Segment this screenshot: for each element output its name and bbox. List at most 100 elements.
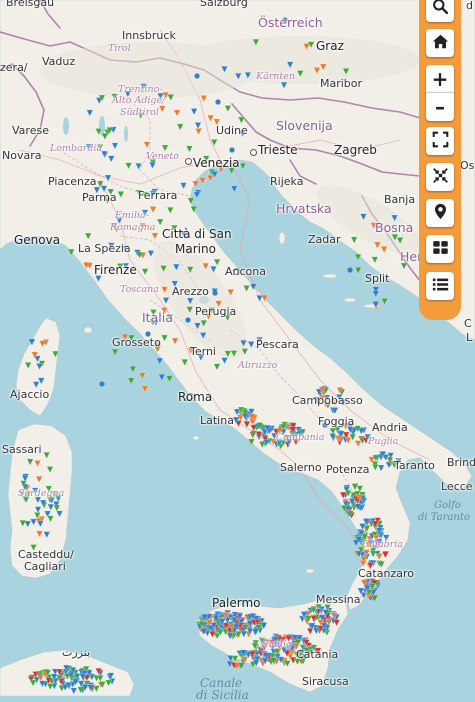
city-label-ajaccio: Ajaccio — [10, 388, 50, 401]
minus-icon: – — [435, 95, 445, 119]
region-label-puglia: Puglia — [368, 436, 399, 447]
city-label-firenze: Firenze — [94, 263, 137, 277]
region-label-sudtirol: Südtirol — [120, 107, 159, 118]
region-label-tirol: Tirol — [108, 43, 131, 54]
city-label-split: Split — [365, 272, 390, 285]
region-label-emilia: Emilia- — [115, 210, 149, 221]
sea-label-canale-sicilia-2: di Sicilia — [196, 688, 249, 702]
city-label-latina: Latina — [200, 414, 234, 427]
city-label-foggia: Foggia — [318, 415, 355, 428]
city-label-arezzo: Arezzo — [172, 285, 209, 298]
region-label-calabria: Calabria — [362, 539, 403, 550]
country-label-slovenia: Slovenija — [276, 118, 333, 133]
city-label-terni: Terni — [190, 345, 216, 358]
city-label-potenza: Potenza — [326, 463, 370, 476]
city-label-casteddu: Casteddu/ — [18, 548, 74, 561]
city-label-vaduz: Vaduz — [42, 55, 76, 68]
city-label-messina: Messina — [316, 593, 361, 606]
city-label-catanzaro: Catanzaro — [358, 567, 414, 580]
city-label-piacenza: Piacenza — [48, 175, 97, 188]
city-label-catania: Catania — [296, 648, 339, 661]
country-label-bosnia: Bosna — [375, 220, 414, 235]
venezia-dot — [185, 158, 192, 165]
city-label-parma: Parma — [82, 191, 117, 204]
city-label-breisgau: Breisgau — [6, 0, 55, 9]
city-label-taranto: Taranto — [394, 459, 435, 472]
map-point[interactable] — [212, 290, 218, 296]
region-label-toscana: Toscana — [120, 284, 159, 295]
search-button[interactable] — [426, 0, 454, 22]
city-label-graz: Graz — [316, 39, 344, 53]
city-label-zadar: Zadar — [308, 233, 341, 246]
fullscreen-icon — [432, 131, 449, 152]
fit-bounds-button[interactable] — [426, 163, 454, 191]
city-label-trieste: Trieste — [258, 143, 298, 157]
zoom-in-button[interactable]: + — [426, 65, 454, 93]
city-label-cagliari: Cagliari — [24, 560, 66, 573]
city-label-varese: Varese — [12, 124, 49, 137]
grid-icon — [432, 239, 449, 260]
map-point[interactable] — [215, 99, 221, 105]
map-point[interactable] — [99, 381, 105, 387]
map-toolbar: + – — [419, 0, 461, 320]
sea-label-golfo-taranto-1: Golfo — [434, 500, 461, 511]
map-point[interactable] — [229, 147, 235, 153]
fit-bounds-icon — [432, 167, 449, 188]
city-label-andria: Andria — [372, 421, 408, 434]
home-icon — [432, 33, 449, 54]
list-icon — [432, 276, 449, 297]
city-label-marino: Marino — [175, 242, 216, 256]
city-label-sassari: Sassari — [2, 443, 42, 456]
region-label-romagna: Romagna — [110, 222, 156, 233]
city-label-campobasso: Campobasso — [292, 394, 363, 407]
city-label-maribor: Maribor — [320, 77, 363, 90]
map-point[interactable] — [194, 73, 200, 79]
list-button[interactable] — [426, 272, 454, 300]
city-label-udine: Udine — [216, 124, 248, 137]
locate-button[interactable] — [426, 199, 454, 227]
search-icon — [432, 0, 449, 19]
fullscreen-button[interactable] — [426, 127, 454, 155]
city-label-edge-d: d — [466, 0, 473, 12]
country-label-italy: Italia — [142, 310, 173, 325]
city-label-citta-di-san-marino: Città di San — [162, 227, 232, 241]
region-label-veneto: Veneto — [146, 151, 179, 162]
region-label-lombardia: Lombardia — [50, 143, 103, 154]
map-canvas[interactable] — [0, 0, 475, 696]
city-label-edge-c: C — [464, 317, 472, 330]
city-label-salzburg: Salzburg — [200, 0, 248, 9]
city-label-brindisi: Brind — [447, 456, 475, 469]
zoom-out-button[interactable]: – — [426, 92, 454, 121]
city-label-zagreb: Zagreb — [334, 143, 377, 157]
region-label-alto-adige: Alto Adige/ — [112, 95, 166, 106]
trieste-dot — [250, 149, 257, 156]
region-label-sardegna: Sardegna — [18, 488, 65, 499]
home-button[interactable] — [426, 29, 454, 57]
city-label-zera: zera/ — [0, 61, 28, 74]
layers-button[interactable] — [426, 235, 454, 263]
city-label-pescara: Pescara — [256, 338, 299, 351]
region-label-campania: Campania — [276, 432, 325, 443]
city-label-genova: Genova — [14, 233, 61, 247]
region-label-trentino: Trentino- — [118, 84, 163, 95]
map-point[interactable] — [347, 267, 353, 273]
map-marker-icon — [432, 203, 449, 224]
city-label-tunis-arabic: بنزرت — [62, 646, 91, 659]
sea-label-golfo-taranto-2: di Taranto — [418, 512, 470, 523]
map-point[interactable] — [185, 317, 191, 323]
city-label-ferrara: Ferrara — [138, 189, 178, 202]
city-label-palermo: Palermo — [212, 596, 261, 610]
city-label-lecce: Lecce — [441, 480, 473, 493]
region-label-sicilia: Sicilia — [262, 639, 292, 650]
region-label-karnten: Kärnten — [256, 71, 295, 82]
city-label-rijeka: Rijeka — [270, 175, 304, 188]
city-label-salerno: Salerno — [280, 461, 322, 474]
city-label-roma: Roma — [178, 390, 213, 404]
city-label-novara: Novara — [2, 149, 42, 162]
city-label-innsbruck: Innsbruck — [122, 29, 176, 42]
city-label-grosseto: Grosseto — [112, 336, 161, 349]
city-label-siracusa: Siracusa — [302, 675, 349, 688]
city-label-edge-l: L — [466, 331, 473, 344]
city-label-venezia: Venezia — [193, 156, 240, 170]
city-label-perugia: Perugia — [195, 305, 237, 318]
